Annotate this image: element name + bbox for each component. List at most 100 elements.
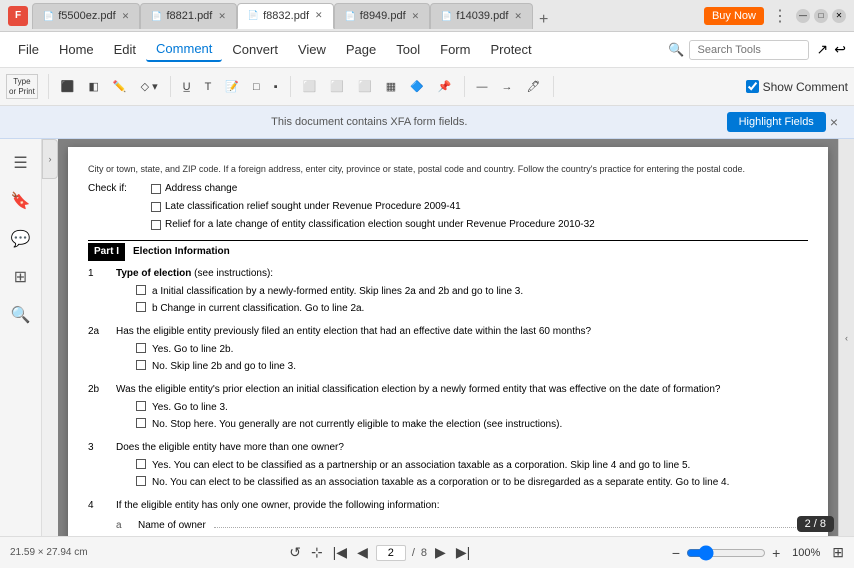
- sidebar-search-icon[interactable]: 🔍: [5, 299, 37, 331]
- toolbar-btn-3[interactable]: ✏️: [107, 76, 133, 97]
- item-1b-checkbox[interactable]: [136, 302, 146, 312]
- menu-page[interactable]: Page: [336, 38, 386, 61]
- toolbar-btn-4[interactable]: ◇ ▾: [135, 76, 164, 97]
- toolbar-group-4: — → 🖊: [471, 76, 554, 97]
- highlight-fields-button[interactable]: Highlight Fields: [727, 112, 826, 132]
- toolbar-shape-btn-1[interactable]: ⬜: [297, 76, 323, 97]
- tab-close-5[interactable]: ✕: [514, 11, 522, 22]
- item-4a-line: [214, 527, 808, 528]
- item-2b-question: Was the eligible entity's prior election…: [116, 383, 720, 397]
- close-button[interactable]: ✕: [832, 9, 846, 23]
- maximize-button[interactable]: □: [814, 9, 828, 23]
- last-page-button[interactable]: ▶|: [454, 542, 472, 563]
- tab-f8821[interactable]: 📄 f8821.pdf ✕: [140, 3, 237, 29]
- first-page-button[interactable]: |◀: [331, 542, 349, 563]
- toolbar-shape-btn-6[interactable]: 📌: [432, 76, 458, 97]
- item-3-row: 3 Does the eligible entity have more tha…: [88, 441, 808, 493]
- document-content: City or town, state, and ZIP code. If a …: [88, 163, 808, 536]
- part-label: Part I: [88, 243, 125, 261]
- sidebar-menu-icon[interactable]: ☰: [5, 147, 37, 179]
- tab-f14039[interactable]: 📄 f14039.pdf ✕: [430, 3, 533, 29]
- toolbar-rect-btn[interactable]: □: [247, 77, 266, 97]
- document-page: City or town, state, and ZIP code. If a …: [68, 147, 828, 536]
- sidebar-bookmark-icon[interactable]: 🔖: [5, 185, 37, 217]
- menu-view[interactable]: View: [288, 38, 336, 61]
- show-comment-section: Show Comment: [746, 80, 848, 94]
- tab-close-3[interactable]: ✕: [315, 10, 323, 21]
- toolbar-shape-btn-4[interactable]: ▦: [380, 76, 402, 97]
- minimize-button[interactable]: —: [796, 9, 810, 23]
- buy-now-button[interactable]: Buy Now: [704, 7, 764, 25]
- toolbar-underline-btn[interactable]: U̲: [177, 77, 197, 97]
- left-collapse-toggle[interactable]: ›: [42, 139, 58, 179]
- menu-tool[interactable]: Tool: [386, 38, 430, 61]
- menu-home[interactable]: Home: [49, 38, 104, 61]
- zoom-in-button[interactable]: +: [772, 545, 780, 561]
- main-layout: ☰ 🔖 💬 ⊞ 🔍 › City or town, state, and ZIP…: [0, 139, 854, 536]
- toolbar-btn-2[interactable]: ◧: [83, 76, 105, 97]
- item-3-no-text: No. You can elect to be classified as an…: [152, 476, 729, 490]
- menu-protect[interactable]: Protect: [480, 38, 541, 61]
- tab-f8832[interactable]: 📄 f8832.pdf ✕: [237, 3, 334, 29]
- toolbar-btn-1[interactable]: ⬛: [55, 76, 81, 97]
- bottom-bar: 21.59 × 27.94 cm ↺ ⊹ |◀ ◀ / 8 ▶ ▶| − + 1…: [0, 536, 854, 568]
- notification-close-button[interactable]: ×: [826, 114, 842, 130]
- toolbar-line-btn[interactable]: —: [471, 77, 494, 97]
- more-options-button[interactable]: ⋮: [768, 6, 792, 26]
- type-or-print-label: Typeor Print: [6, 74, 38, 99]
- menu-edit[interactable]: Edit: [104, 38, 146, 61]
- check-option-3-checkbox[interactable]: [151, 220, 161, 230]
- tab-f5500ez[interactable]: 📄 f5500ez.pdf ✕: [32, 3, 140, 29]
- tab-f8949[interactable]: 📄 f8949.pdf ✕: [334, 3, 431, 29]
- toolbar-note-btn[interactable]: 📝: [219, 76, 245, 97]
- zoom-slider[interactable]: [686, 545, 766, 561]
- menu-right-icons: ↗ ↩: [817, 41, 846, 58]
- next-page-button[interactable]: ▶: [433, 542, 448, 563]
- tab-close-2[interactable]: ✕: [218, 11, 226, 22]
- cursor-button[interactable]: ⊹: [309, 542, 325, 563]
- menu-form[interactable]: Form: [430, 38, 480, 61]
- sidebar-comment-icon[interactable]: 💬: [5, 223, 37, 255]
- toolbar-shape-btn-5[interactable]: 🔷: [404, 76, 430, 97]
- right-collapse-toggle[interactable]: ‹: [838, 139, 854, 536]
- current-page-input[interactable]: [376, 545, 406, 561]
- item-2b-num: 2b: [88, 383, 108, 435]
- fit-page-button[interactable]: ⊞: [832, 544, 844, 561]
- toolbar-shape-btn-3[interactable]: ⬜: [352, 76, 378, 97]
- check-option-1-checkbox[interactable]: [151, 184, 161, 194]
- tab-close-4[interactable]: ✕: [412, 11, 420, 22]
- tab-close-1[interactable]: ✕: [122, 11, 130, 22]
- document-area[interactable]: City or town, state, and ZIP code. If a …: [58, 139, 838, 536]
- toolbar-filled-rect-btn[interactable]: ▪: [268, 77, 284, 97]
- menu-comment[interactable]: Comment: [146, 37, 222, 62]
- show-comment-checkbox[interactable]: [746, 80, 759, 93]
- item-2b-no-checkbox[interactable]: [136, 418, 146, 428]
- item-4a-text: Name of owner: [138, 519, 206, 533]
- menu-convert[interactable]: Convert: [222, 38, 288, 61]
- toolbar-shape-btn-2[interactable]: ⬜: [324, 76, 350, 97]
- share-icon[interactable]: ↗: [817, 41, 829, 58]
- check-option-2-checkbox[interactable]: [151, 202, 161, 212]
- add-tab-button[interactable]: +: [533, 11, 554, 29]
- sidebar-pages-icon[interactable]: ⊞: [5, 261, 37, 293]
- prev-page-button[interactable]: ◀: [355, 542, 370, 563]
- zoom-out-button[interactable]: −: [672, 545, 680, 561]
- toolbar-group-1: ⬛ ◧ ✏️ ◇ ▾: [55, 76, 171, 97]
- item-2a-yes-checkbox[interactable]: [136, 343, 146, 353]
- item-3-yes-row: Yes. You can elect to be classified as a…: [136, 459, 729, 473]
- item-2a-no-checkbox[interactable]: [136, 360, 146, 370]
- item-2a-yes-row: Yes. Go to line 2b.: [136, 343, 591, 357]
- toolbar-stamp-btn[interactable]: 🖊: [521, 76, 547, 97]
- toolbar-text-btn[interactable]: T: [199, 77, 218, 97]
- menu-file[interactable]: File: [8, 38, 49, 61]
- item-3-no-checkbox[interactable]: [136, 476, 146, 486]
- rotate-button[interactable]: ↺: [287, 542, 303, 563]
- undo-icon[interactable]: ↩: [834, 41, 846, 58]
- item-1a-checkbox[interactable]: [136, 285, 146, 295]
- item-1a-text: a Initial classification by a newly-form…: [152, 285, 523, 299]
- toolbar-arrow-btn[interactable]: →: [496, 77, 519, 97]
- item-3-yes-checkbox[interactable]: [136, 459, 146, 469]
- check-option-2-label: Late classification relief sought under …: [165, 200, 461, 214]
- item-2b-yes-checkbox[interactable]: [136, 401, 146, 411]
- search-input[interactable]: [689, 40, 809, 60]
